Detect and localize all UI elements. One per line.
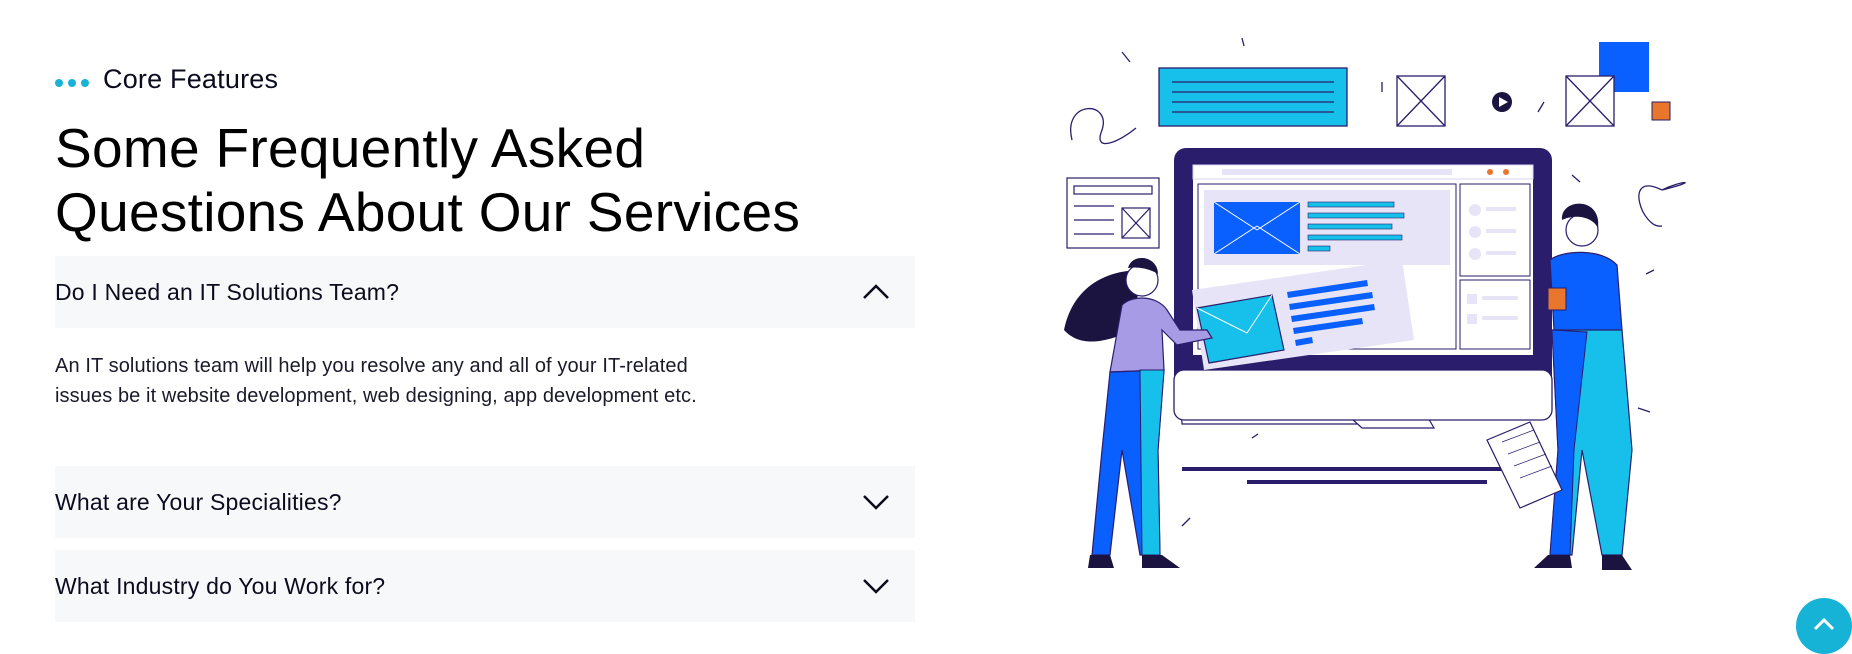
image-placeholder-icon	[1565, 75, 1615, 127]
section-eyebrow: Core Features	[55, 64, 278, 95]
faq-section: Core Features Some Frequently Asked Ques…	[55, 0, 915, 635]
faq-answer: An IT solutions team will help you resol…	[55, 351, 815, 411]
it-team-illustration	[1064, 37, 1686, 570]
image-placeholder-icon	[1396, 75, 1446, 127]
faq-answer-line-2: issues be it website development, web de…	[55, 385, 697, 407]
page-title-line-2: Questions About Our Services	[55, 181, 801, 243]
chevron-up-icon	[863, 284, 889, 299]
faq-question: What are Your Specialities?	[55, 488, 342, 515]
faq-question: Do I Need an IT Solutions Team?	[55, 278, 400, 305]
chevron-up-icon	[1813, 617, 1835, 631]
dots-icon	[55, 78, 89, 87]
page-title-line-1: Some Frequently Asked	[55, 117, 646, 179]
orange-square-icon	[1651, 101, 1671, 121]
faq-item-it-team[interactable]: Do I Need an IT Solutions Team?	[55, 256, 915, 328]
chevron-down-icon	[863, 579, 889, 594]
faq-item-industry[interactable]: What Industry do You Work for?	[55, 550, 915, 622]
chevron-down-icon	[863, 495, 889, 510]
eyebrow-label: Core Features	[103, 64, 279, 94]
faq-item-specialities[interactable]: What are Your Specialities?	[55, 466, 915, 538]
banner-icon	[1158, 67, 1348, 127]
page-title: Some Frequently Asked Questions About Ou…	[55, 116, 800, 244]
faq-question: What Industry do You Work for?	[55, 572, 386, 599]
document-card-icon	[1066, 177, 1160, 249]
faq-answer-line-1: An IT solutions team will help you resol…	[55, 355, 688, 377]
scroll-to-top-button[interactable]	[1796, 598, 1852, 654]
